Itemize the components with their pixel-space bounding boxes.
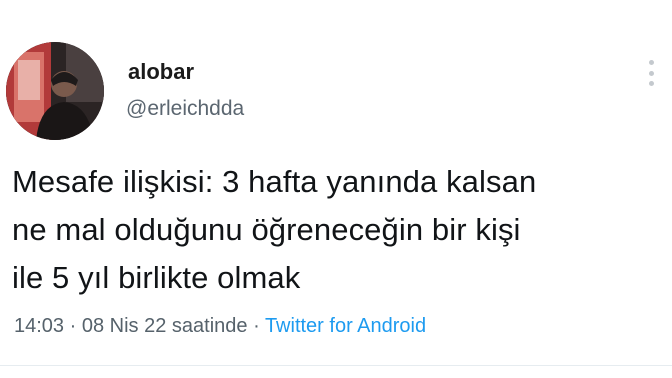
- divider: [0, 365, 672, 366]
- tweet-meta: 14:03 · 08 Nis 22 saatinde · Twitter for…: [14, 315, 426, 338]
- tweet-text-line: ile 5 yıl birlikte olmak: [12, 260, 301, 295]
- more-vertical-icon[interactable]: [646, 60, 656, 86]
- meta-separator: ·: [247, 315, 265, 337]
- more-dot: [648, 60, 654, 65]
- tweet-text-line: ne mal olduğunu öğreneceğin bir kişi: [12, 212, 521, 247]
- tweet-time[interactable]: 14:03: [14, 315, 64, 337]
- meta-separator: ·: [64, 315, 82, 337]
- author-name[interactable]: alobar: [128, 59, 194, 85]
- tweet-text: Mesafe ilişkisi: 3 hafta yanında kalsan …: [12, 158, 668, 302]
- more-dot: [648, 81, 654, 86]
- tweet-source-link[interactable]: Twitter for Android: [265, 315, 426, 337]
- author-handle[interactable]: @erleichdda: [126, 97, 244, 121]
- more-dot: [648, 70, 654, 76]
- avatar-image: [6, 42, 104, 140]
- tweet-text-line: Mesafe ilişkisi: 3 hafta yanında kalsan: [12, 164, 537, 199]
- tweet-date[interactable]: 08 Nis 22 saatinde: [82, 315, 248, 337]
- tweet-card: alobar @erleichdda Mesafe ilişkisi: 3 ha…: [0, 0, 672, 378]
- avatar[interactable]: [6, 42, 104, 140]
